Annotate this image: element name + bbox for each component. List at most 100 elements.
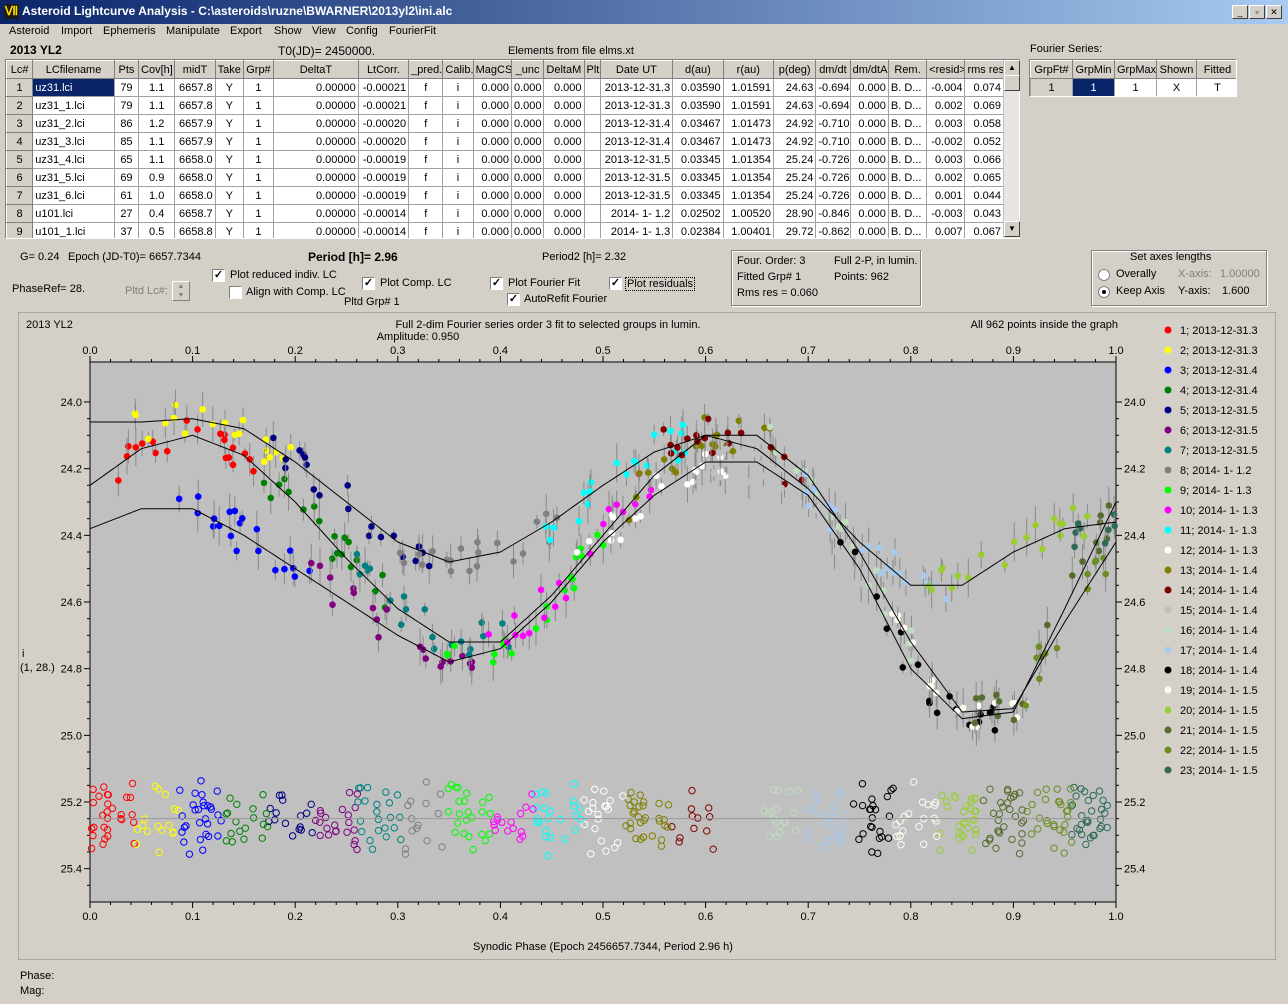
table-cell[interactable]: 9: [6, 222, 34, 238]
table-cell[interactable]: 2013-12-31.4: [599, 132, 674, 151]
plot-residuals-checkbox[interactable]: ✓: [609, 277, 622, 290]
table-cell[interactable]: 0.00000: [273, 78, 359, 97]
table-cell[interactable]: f: [408, 204, 444, 223]
table-cell[interactable]: 25.24: [772, 168, 817, 187]
menu-view[interactable]: View: [312, 25, 336, 37]
table-vertical-scrollbar[interactable]: ▲ ▼: [1003, 60, 1020, 238]
table-cell[interactable]: [583, 168, 601, 187]
table-cell[interactable]: B. D...: [887, 132, 928, 151]
table-cell[interactable]: i: [442, 150, 474, 169]
table-cell[interactable]: Y: [214, 186, 244, 205]
table-cell[interactable]: 25.24: [772, 186, 817, 205]
table-cell[interactable]: 1: [242, 186, 275, 205]
column-header[interactable]: _unc: [510, 60, 545, 79]
table-cell[interactable]: 0.044: [964, 186, 1004, 205]
table-cell[interactable]: 1: [242, 78, 275, 97]
table-cell[interactable]: uz31_3.lci: [32, 132, 115, 151]
table-cell[interactable]: 0.00000: [273, 96, 359, 115]
table-cell[interactable]: [583, 222, 601, 238]
column-header[interactable]: dm/dtA: [849, 60, 889, 79]
table-cell[interactable]: B. D...: [887, 204, 928, 223]
table-cell[interactable]: 0.000: [472, 132, 512, 151]
table-cell[interactable]: 1.00401: [722, 222, 774, 238]
table-cell[interactable]: 0.000: [849, 96, 889, 115]
table-cell[interactable]: [583, 114, 601, 133]
column-header[interactable]: <resid>: [926, 60, 966, 79]
menu-show[interactable]: Show: [274, 25, 302, 37]
table-cell[interactable]: 0.000: [472, 150, 512, 169]
table-row[interactable]: 1 uz31.lci 79 1.1 6657.8 Y 1 0.00000 -0.00021 f i 0…: [6, 78, 1004, 97]
keep-axis-radio[interactable]: [1098, 286, 1110, 298]
column-header[interactable]: Grp#: [242, 60, 275, 79]
table-cell[interactable]: B. D...: [887, 186, 928, 205]
table-cell[interactable]: Y: [214, 96, 244, 115]
table-cell[interactable]: i: [442, 114, 474, 133]
scroll-up-arrow-icon[interactable]: ▲: [1004, 60, 1020, 76]
table-cell[interactable]: -0.846: [815, 204, 851, 223]
fourier-table-row[interactable]: 111XT: [1030, 78, 1236, 96]
column-header[interactable]: Take: [214, 60, 244, 79]
table-cell[interactable]: 0.000: [849, 168, 889, 187]
column-header[interactable]: midT: [174, 60, 216, 79]
table-cell[interactable]: -0.726: [815, 186, 851, 205]
table-cell[interactable]: 0.000: [543, 150, 585, 169]
table-cell[interactable]: 0.03467: [672, 114, 724, 133]
table-cell[interactable]: 2013-12-31.3: [599, 78, 674, 97]
menu-import[interactable]: Import: [61, 25, 92, 37]
table-cell[interactable]: -0.00020: [357, 114, 410, 133]
table-cell[interactable]: uz31_5.lci: [32, 168, 115, 187]
lightcurve-plot[interactable]: 2013 YL2 Full 2-dim Fourier series order…: [17, 311, 1277, 961]
table-cell[interactable]: 0.00000: [273, 186, 359, 205]
fourier-column-header[interactable]: Fitted: [1196, 60, 1236, 79]
table-cell[interactable]: 6658.8: [174, 222, 216, 238]
maximize-button[interactable]: ▫: [1249, 5, 1265, 19]
menu-config[interactable]: Config: [346, 25, 378, 37]
column-header[interactable]: Calib.: [442, 60, 474, 79]
x-axis-value[interactable]: 1.00000: [1220, 268, 1260, 280]
lightcurve-plot-panel[interactable]: 2013 YL2 Full 2-dim Fourier series order…: [17, 311, 1277, 961]
table-cell[interactable]: 2013-12-31.4: [599, 114, 674, 133]
table-cell[interactable]: B. D...: [887, 96, 928, 115]
table-cell[interactable]: 0.00000: [273, 204, 359, 223]
table-cell[interactable]: 0.000: [510, 132, 545, 151]
table-cell[interactable]: uz31_6.lci: [32, 186, 115, 205]
table-cell[interactable]: 0.002: [926, 168, 966, 187]
table-cell[interactable]: 0.000: [510, 204, 545, 223]
table-cell[interactable]: 0.4: [138, 204, 176, 223]
table-cell[interactable]: 6658.0: [174, 150, 216, 169]
table-cell[interactable]: u101.lci: [32, 204, 115, 223]
table-cell[interactable]: 0.000: [510, 78, 545, 97]
table-cell[interactable]: i: [442, 78, 474, 97]
table-cell[interactable]: 0.000: [849, 204, 889, 223]
table-cell[interactable]: Y: [214, 114, 244, 133]
table-cell[interactable]: 0.000: [543, 96, 585, 115]
table-cell[interactable]: 1.01354: [722, 186, 774, 205]
table-cell[interactable]: 1: [242, 96, 275, 115]
table-cell[interactable]: 8: [6, 204, 34, 223]
table-cell[interactable]: i: [442, 186, 474, 205]
lightcurve-table[interactable]: Lc# LCfilename Pts Cov[h] midT Take Grp# DeltaT…: [5, 59, 1020, 239]
table-cell[interactable]: f: [408, 150, 444, 169]
table-cell[interactable]: 28.90: [772, 204, 817, 223]
table-cell[interactable]: 0.001: [926, 186, 966, 205]
table-cell[interactable]: [583, 78, 601, 97]
table-cell[interactable]: -0.00020: [357, 132, 410, 151]
table-cell[interactable]: 2014- 1- 1.3: [599, 222, 674, 238]
table-cell[interactable]: -0.004: [926, 78, 966, 97]
table-cell[interactable]: u101_1.lci: [32, 222, 115, 238]
table-cell[interactable]: f: [408, 186, 444, 205]
column-header[interactable]: Date UT: [599, 60, 674, 79]
table-cell[interactable]: 0.000: [510, 186, 545, 205]
menu-ephemeris[interactable]: Ephemeris: [103, 25, 156, 37]
table-cell[interactable]: B. D...: [887, 114, 928, 133]
table-cell[interactable]: 0.000: [472, 186, 512, 205]
table-cell[interactable]: 5: [6, 150, 34, 169]
column-header[interactable]: LtCorr.: [357, 60, 410, 79]
table-cell[interactable]: -0.00021: [357, 78, 410, 97]
menu-fourierfit[interactable]: FourierFit: [389, 25, 436, 37]
fourier-column-header[interactable]: Shown: [1156, 60, 1197, 79]
table-cell[interactable]: -0.694: [815, 78, 851, 97]
table-row[interactable]: 2 uz31_1.lci 79 1.1 6657.8 Y 1 0.00000 -0.00021 f…: [6, 96, 1004, 115]
fourier-cell[interactable]: 1: [1114, 78, 1157, 96]
plot-fourier-checkbox[interactable]: ✓: [490, 277, 503, 290]
